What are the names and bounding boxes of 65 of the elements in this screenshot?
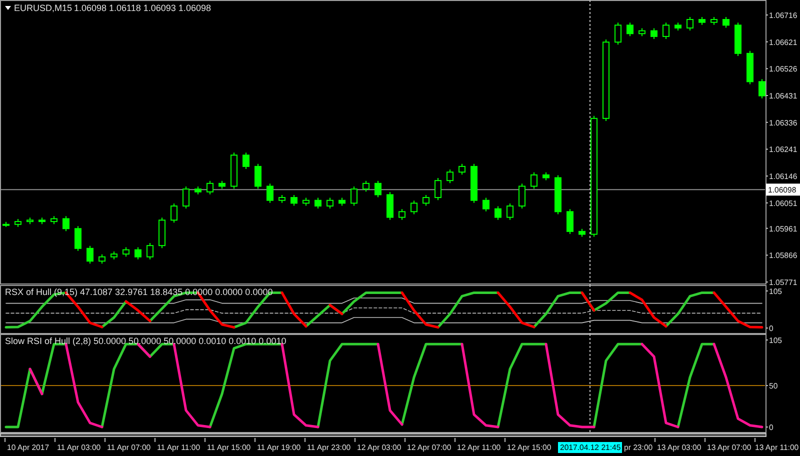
- candlestick: [2, 221, 10, 228]
- candlestick: [146, 242, 154, 260]
- candlestick: [422, 194, 430, 206]
- candlestick: [734, 22, 742, 56]
- candlestick: [86, 245, 94, 264]
- candlestick: [410, 200, 418, 215]
- candlestick: [266, 183, 274, 204]
- candlestick: [134, 246, 142, 260]
- candlestick: [578, 228, 586, 238]
- candlestick: [254, 163, 262, 190]
- candlestick: [542, 172, 550, 181]
- candlestick: [746, 50, 754, 85]
- candlestick: [722, 16, 730, 28]
- price-quote: 1.06098 1.06118 1.06093 1.06098: [74, 3, 211, 13]
- candlestick: [626, 22, 634, 37]
- candlestick: [638, 28, 646, 37]
- chart-symbol: EURUSD,M15: [14, 3, 72, 13]
- candlestick: [614, 22, 622, 46]
- candlestick: [686, 16, 694, 32]
- candlestick: [98, 254, 106, 264]
- candlestick: [50, 216, 58, 225]
- candlestick: [710, 16, 718, 26]
- candlestick: [182, 186, 190, 210]
- candlestick: [518, 183, 526, 210]
- candlestick: [650, 28, 658, 40]
- candlestick: [386, 192, 394, 220]
- triangle-icon: [5, 6, 11, 10]
- candlestick: [62, 216, 70, 232]
- candlestick: [566, 208, 574, 234]
- candlestick: [674, 22, 682, 32]
- candlestick: [434, 178, 442, 201]
- candlestick: [194, 186, 202, 195]
- candlestick: [290, 194, 298, 206]
- candlestick: [314, 197, 322, 210]
- candlestick: [494, 206, 502, 220]
- candlestick: [338, 197, 346, 206]
- candlestick: [170, 202, 178, 224]
- candlestick: [302, 197, 310, 206]
- candlestick: [662, 22, 670, 40]
- candlestick: [554, 174, 562, 215]
- candlestick: [206, 180, 214, 195]
- candlestick: [482, 197, 490, 212]
- candlestick: [14, 218, 22, 228]
- candlestick: [470, 163, 478, 204]
- candlestick: [506, 202, 514, 220]
- candlestick: [374, 180, 382, 198]
- candlestick: [458, 163, 466, 176]
- candlestick: [362, 180, 370, 192]
- candlestick: [758, 78, 766, 99]
- candlestick: [698, 16, 706, 26]
- candlestick: [74, 226, 82, 252]
- candlestick: [242, 152, 250, 170]
- candlestick: [398, 208, 406, 220]
- candlestick: [530, 172, 538, 190]
- candlestick: [26, 217, 34, 225]
- candlestick: [326, 197, 334, 210]
- candlestick: [278, 194, 286, 204]
- candlestick: [446, 169, 454, 184]
- candlestick: [230, 152, 238, 190]
- candlestick: [122, 246, 130, 258]
- candlestick: [350, 186, 358, 206]
- candlestick: [110, 251, 118, 260]
- candlestick: [218, 180, 226, 190]
- candlestick: [158, 217, 166, 249]
- candlestick: [38, 217, 46, 225]
